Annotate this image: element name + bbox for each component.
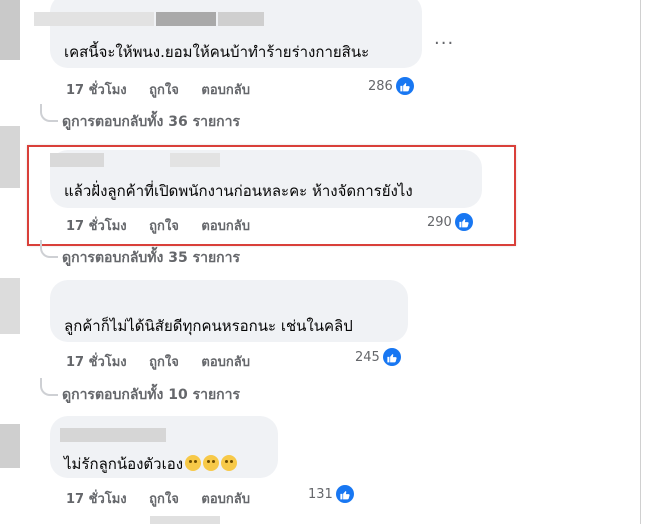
scrollbar-divider [640,0,641,524]
smiling-emoji-icon [185,455,202,471]
comment-text: เคสนี้จะให้พนง.ยอมให้คนบ้าทำร้ายร่างกายส… [64,43,370,61]
comment-time[interactable]: 17 ชั่วโมง [66,488,127,509]
like-button[interactable]: ถูกใจ [149,351,179,372]
reply-button[interactable]: ตอบกลับ [201,79,250,100]
avatar[interactable] [0,0,20,60]
comment-meta: 17 ชั่วโมง ถูกใจ ตอบกลับ [66,79,268,100]
comment-text: ลูกค้าก็ไม่ได้นิสัยดีทุกคนหรอกนะ เช่นในค… [64,317,353,335]
comment-meta: 17 ชั่วโมง ถูกใจ ตอบกลับ [66,488,268,509]
avatar[interactable] [0,424,20,468]
reaction-summary[interactable]: 131 [308,485,354,503]
highlight-box [27,145,516,246]
avatar[interactable] [0,126,20,188]
next-reply-link-cutoff[interactable] [150,516,220,524]
reply-button[interactable]: ตอบกลับ [201,351,250,372]
author-name-blurred[interactable] [218,12,264,26]
reaction-count: 286 [368,78,393,94]
author-name-blurred[interactable] [34,12,154,26]
thumbs-up-icon [395,77,414,95]
comment-text-body: ไม่รักลูกน้องตัวเอง [64,455,184,473]
comment-text: ไม่รักลูกน้องตัวเอง [64,452,238,476]
view-replies-link[interactable]: ดูการตอบกลับทั้ง 36 รายการ [62,111,240,133]
smiling-emoji-icon [203,455,220,471]
comment-meta: 17 ชั่วโมง ถูกใจ ตอบกลับ [66,351,268,372]
author-name-blurred[interactable] [60,428,166,442]
more-options-icon[interactable]: ... [434,28,454,49]
reply-connector [40,104,58,122]
author-name-blurred[interactable] [156,12,216,26]
reply-button[interactable]: ตอบกลับ [201,488,250,509]
reply-connector [40,378,58,396]
reaction-summary[interactable]: 286 [368,77,414,95]
thumbs-up-icon [382,348,401,366]
view-replies-link[interactable]: ดูการตอบกลับทั้ง 10 รายการ [62,384,240,406]
like-button[interactable]: ถูกใจ [149,79,179,100]
like-button[interactable]: ถูกใจ [149,488,179,509]
avatar[interactable] [0,278,20,334]
view-replies-link[interactable]: ดูการตอบกลับทั้ง 35 รายการ [62,247,240,269]
comment-time[interactable]: 17 ชั่วโมง [66,351,127,372]
reaction-summary[interactable]: 245 [355,348,401,366]
comment-time[interactable]: 17 ชั่วโมง [66,79,127,100]
thumbs-up-icon [335,485,354,503]
reaction-count: 245 [355,349,380,365]
reaction-count: 131 [308,486,333,502]
smiling-emoji-icon [221,455,238,471]
reply-connector [40,240,58,258]
